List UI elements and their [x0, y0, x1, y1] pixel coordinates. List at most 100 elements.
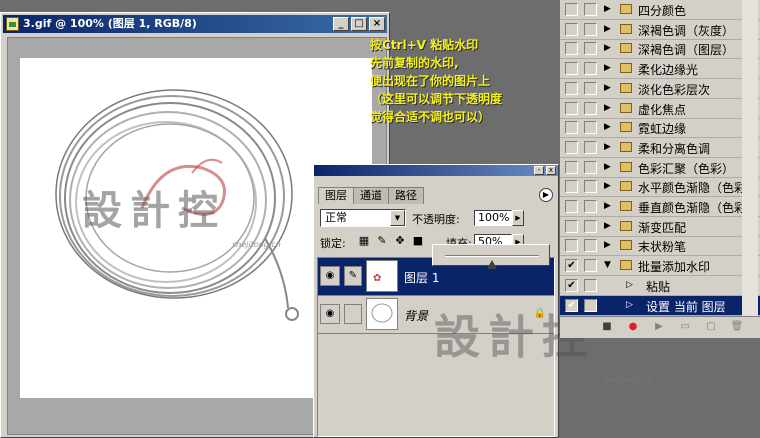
action-checkbox[interactable]	[565, 219, 578, 233]
dialog-toggle[interactable]	[584, 298, 597, 312]
dialog-toggle[interactable]	[584, 259, 597, 273]
dialog-toggle[interactable]	[584, 219, 597, 233]
blend-mode-select[interactable]: 正常 ▼	[320, 209, 406, 227]
trash-icon[interactable]: 🗑	[730, 320, 744, 334]
link-slot[interactable]	[344, 304, 362, 324]
action-item[interactable]: ▶ 虚化焦点	[560, 99, 760, 119]
dialog-toggle[interactable]	[584, 278, 597, 292]
document-titlebar[interactable]: 3.gif @ 100% (图层 1, RGB/8) _ □ ×	[3, 15, 387, 33]
action-item[interactable]: ▶ 深褐色调（图层）	[560, 39, 760, 60]
expand-right-icon[interactable]: ▷	[626, 300, 633, 310]
action-item[interactable]: ▶ 霓虹边缘	[560, 118, 760, 139]
expand-right-icon[interactable]: ▶	[604, 221, 611, 231]
action-checkbox[interactable]	[565, 239, 578, 253]
expand-right-icon[interactable]: ▶	[604, 201, 611, 211]
action-item[interactable]: ▶ 柔化边缘光	[560, 59, 760, 80]
dialog-toggle[interactable]	[584, 42, 597, 56]
folder-icon	[620, 220, 632, 231]
record-button[interactable]: ●	[626, 320, 640, 334]
annotation-line: （这里可以调节下透明度	[370, 92, 503, 106]
panel-menu-button[interactable]: ▶	[539, 188, 553, 202]
fill-slider-track[interactable]	[445, 255, 539, 269]
dialog-toggle[interactable]	[584, 62, 597, 76]
action-item[interactable]: ▶ 色彩汇聚（色彩）	[560, 158, 760, 178]
layers-panel-titlebar[interactable]: - x	[314, 165, 558, 176]
dialog-toggle[interactable]	[584, 22, 597, 36]
expand-down-icon[interactable]: ▼	[604, 260, 611, 270]
dialog-toggle[interactable]	[584, 140, 597, 154]
expand-right-icon[interactable]: ▶	[604, 181, 611, 191]
fill-slider-thumb[interactable]	[487, 260, 497, 269]
action-item[interactable]: ✔ ▷ 设置 当前 图层	[560, 295, 760, 316]
action-item[interactable]: ▶ 垂直颜色渐隐（色彩）	[560, 197, 760, 217]
expand-right-icon[interactable]: ▶	[604, 24, 611, 34]
eye-icon[interactable]: ◉	[320, 304, 340, 324]
actions-scrollbar[interactable]	[742, 0, 758, 316]
action-item[interactable]: ▶ 深褐色调（灰度）	[560, 20, 760, 40]
action-checkbox[interactable]	[565, 42, 578, 56]
dialog-toggle[interactable]	[584, 3, 597, 16]
tab-layers[interactable]: 图层	[318, 187, 354, 204]
action-item[interactable]: ✔ ▼ 批量添加水印	[560, 256, 760, 277]
folder-icon	[620, 63, 632, 74]
expand-right-icon[interactable]: ▶	[604, 43, 611, 53]
action-checkbox[interactable]	[565, 180, 578, 194]
expand-right-icon[interactable]: ▶	[604, 4, 611, 14]
opacity-input[interactable]: 100%	[474, 210, 512, 226]
panel-close-button[interactable]: x	[546, 166, 556, 175]
action-checkbox[interactable]	[565, 101, 578, 115]
action-item[interactable]: ▶ 淡化色彩层次	[560, 79, 760, 99]
expand-right-icon[interactable]: ▶	[604, 83, 611, 93]
expand-right-icon[interactable]: ▷	[626, 280, 633, 290]
lock-paint-icon[interactable]: ✎	[376, 235, 388, 247]
action-item[interactable]: ▶ 渐变匹配	[560, 217, 760, 237]
panel-minimize-button[interactable]: -	[534, 166, 544, 175]
close-button[interactable]: ×	[369, 17, 385, 31]
action-item[interactable]: ▶ 四分颜色	[560, 0, 760, 20]
svg-text:✿: ✿	[373, 273, 381, 284]
expand-right-icon[interactable]: ▶	[604, 103, 611, 113]
action-checkbox[interactable]	[565, 121, 578, 135]
dialog-toggle[interactable]	[584, 101, 597, 115]
tab-channels[interactable]: 通道	[353, 187, 389, 204]
action-checkbox[interactable]: ✔	[565, 259, 578, 273]
action-item[interactable]: ▶ 末状粉笔	[560, 236, 760, 257]
action-checkbox[interactable]: ✔	[565, 298, 578, 312]
action-checkbox[interactable]	[565, 200, 578, 213]
opacity-slider-button[interactable]: ▶	[512, 210, 524, 226]
expand-right-icon[interactable]: ▶	[604, 240, 611, 250]
eye-icon[interactable]: ◉	[320, 266, 340, 286]
fill-slider-popup[interactable]	[432, 244, 550, 269]
expand-right-icon[interactable]: ▶	[604, 162, 611, 172]
action-checkbox[interactable]	[565, 3, 578, 16]
action-checkbox[interactable]	[565, 62, 578, 76]
action-item[interactable]: ✔ ▷ 粘贴	[560, 276, 760, 296]
lock-all-icon[interactable]: ■	[412, 235, 424, 247]
lock-transparent-icon[interactable]: ▦	[358, 235, 370, 247]
action-checkbox[interactable]	[565, 140, 578, 154]
action-checkbox[interactable]	[565, 81, 578, 95]
expand-right-icon[interactable]: ▶	[604, 142, 611, 152]
dialog-toggle[interactable]	[584, 121, 597, 135]
dialog-toggle[interactable]	[584, 81, 597, 95]
dialog-toggle[interactable]	[584, 239, 597, 253]
dialog-toggle[interactable]	[584, 160, 597, 174]
expand-right-icon[interactable]: ▶	[604, 63, 611, 73]
maximize-button[interactable]: □	[351, 17, 367, 31]
tab-paths[interactable]: 路径	[388, 187, 424, 204]
lock-move-icon[interactable]: ✥	[394, 235, 406, 247]
brush-icon[interactable]: ✎	[344, 266, 362, 286]
expand-right-icon[interactable]: ▶	[604, 122, 611, 132]
new-action-button[interactable]: ▢	[704, 320, 718, 334]
action-item[interactable]: ▶ 水平颜色渐隐（色彩）	[560, 177, 760, 198]
stop-button[interactable]: ■	[600, 320, 614, 334]
action-item[interactable]: ▶ 柔和分离色调	[560, 138, 760, 158]
dialog-toggle[interactable]	[584, 200, 597, 213]
minimize-button[interactable]: _	[333, 17, 349, 31]
action-checkbox[interactable]	[565, 160, 578, 174]
play-button[interactable]: ▶	[652, 320, 666, 334]
action-checkbox[interactable]	[565, 22, 578, 36]
dialog-toggle[interactable]	[584, 180, 597, 194]
new-set-button[interactable]: ▭	[678, 320, 692, 334]
action-checkbox[interactable]: ✔	[565, 278, 578, 292]
